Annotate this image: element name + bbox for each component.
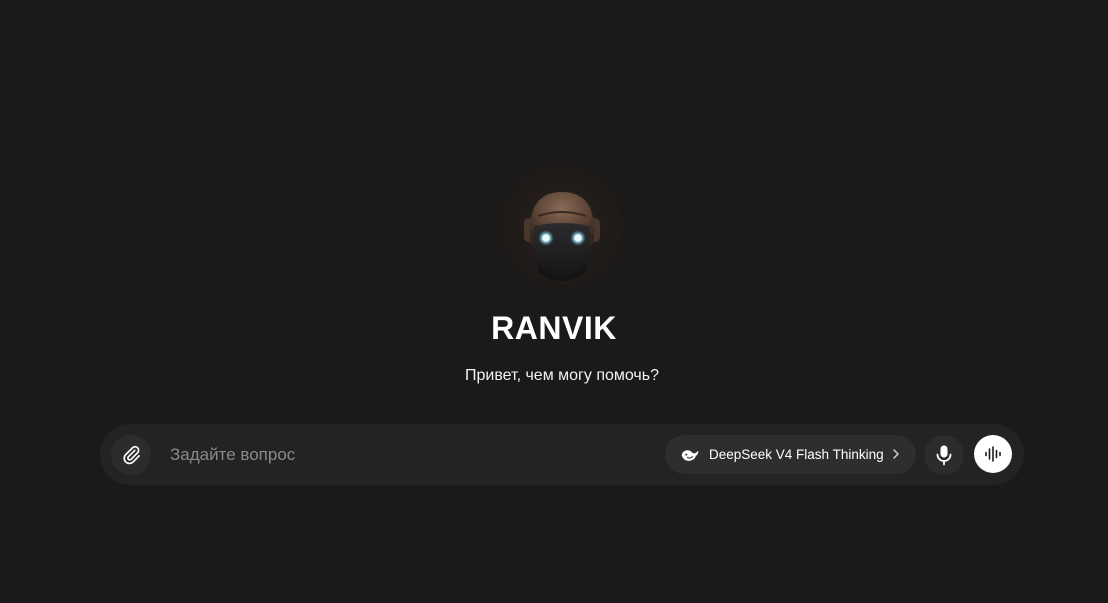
model-label: DeepSeek V4 Flash Thinking	[709, 447, 884, 462]
assistant-name: RANVIK	[491, 310, 617, 346]
model-selector-button[interactable]: DeepSeek V4 Flash Thinking	[665, 435, 916, 474]
voice-mode-button[interactable]	[974, 435, 1012, 473]
assistant-avatar	[486, 150, 638, 302]
page: RANVIK Привет, чем могу помочь? DeepSeek…	[0, 0, 1108, 603]
chevron-right-icon	[893, 449, 899, 459]
robot-head-icon	[524, 192, 600, 281]
paperclip-icon	[123, 445, 140, 465]
attach-button[interactable]	[111, 435, 151, 475]
voice-wave-icon	[985, 446, 1001, 462]
greeting-text: Привет, чем могу помочь?	[464, 367, 659, 384]
whale-icon	[681, 450, 699, 461]
microphone-icon	[936, 445, 952, 466]
microphone-button[interactable]	[924, 435, 964, 475]
chat-composer: DeepSeek V4 Flash Thinking	[100, 424, 1024, 485]
question-input[interactable]	[170, 438, 650, 472]
